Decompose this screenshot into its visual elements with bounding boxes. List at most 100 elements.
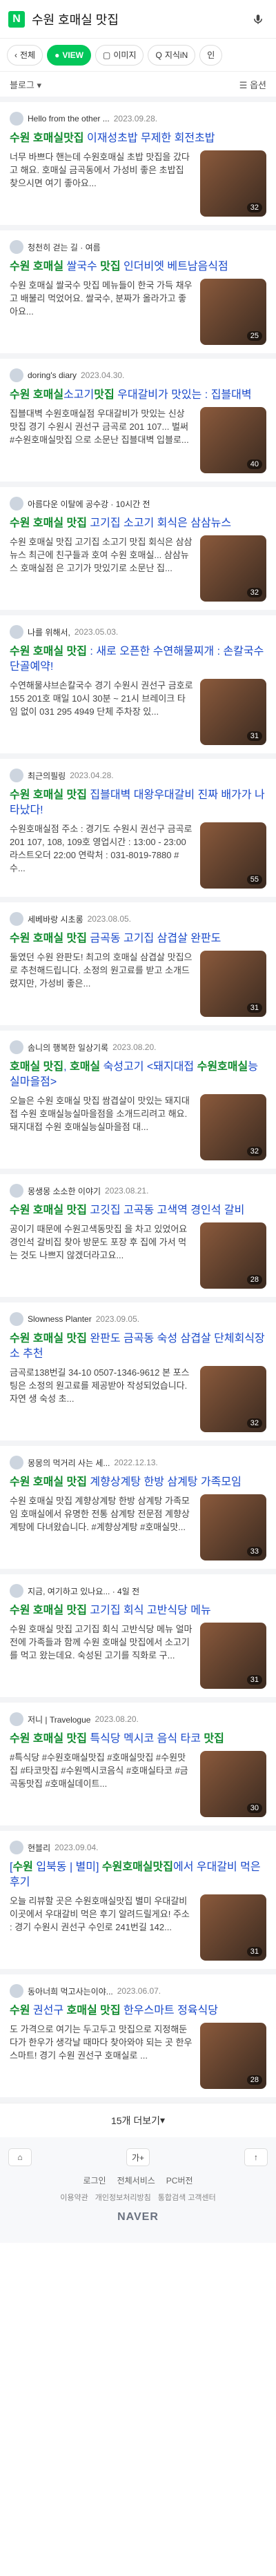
post-title[interactable]: 수원 호매실 쌀국수 맛집 인더비엣 베트남음식점: [10, 259, 266, 275]
thumbnail[interactable]: 33: [200, 1494, 266, 1561]
thumbnail[interactable]: 25: [200, 279, 266, 345]
thumbnail[interactable]: 30: [200, 1751, 266, 1817]
author-name[interactable]: 세베바랑 시초롱: [28, 913, 83, 925]
tab-all[interactable]: ‹ 전체: [7, 44, 43, 66]
avatar[interactable]: [10, 1184, 23, 1198]
post-snippet: 너무 바쁘다 핸는데 수원호매실 초밥 맛집을 갔다고 해요. 호매실 금곡동에…: [10, 152, 190, 188]
list-item[interactable]: Hello from the other ... 2023.09.28. 수원 호매…: [0, 102, 276, 230]
list-item[interactable]: 나를 위해서, 2023.05.03. 수원 호매실 맛집 : 새로 오픈한 수연해…: [0, 615, 276, 759]
author-name[interactable]: 현블리: [28, 1842, 50, 1854]
post-title[interactable]: 수원 호매실 맛집 고깃집 고곡동 고색역 경인석 갈비: [10, 1203, 266, 1218]
thumbnail[interactable]: 32: [200, 535, 266, 602]
microphone-icon[interactable]: [248, 10, 268, 29]
avatar[interactable]: [10, 1040, 23, 1054]
list-item[interactable]: doring's diary 2023.04.30. 수원 호매실소고기맛집 우대갈…: [0, 359, 276, 487]
post-title[interactable]: 호매실 맛집, 호매실 숙성고기 <돼지대접 수원호매실능실마을점>: [10, 1060, 266, 1090]
avatar[interactable]: [10, 1456, 23, 1469]
author-name[interactable]: Slowness Planter: [28, 1314, 92, 1324]
post-title[interactable]: 수원 호매실 맛집 완판도 금곡동 숙성 삼겹살 단체회식장소 추천: [10, 1331, 266, 1362]
footer: ⌂ 가+ ↑ 로그인 전체서비스 PC버전 이용약관 개인정보처리방침 통합검색 고객센…: [0, 2137, 276, 2243]
post-title[interactable]: 수원 권선구 호매실 맛집 한우스마트 정육식당: [10, 2003, 266, 2019]
list-item[interactable]: 현블리 2023.09.04. [수원 입북동 | 별미] 수원호매실맛집에서 우대…: [0, 1831, 276, 1974]
author-name[interactable]: 동아너희 먹고사는이야...: [28, 1985, 113, 1997]
author-name[interactable]: Hello from the other ...: [28, 114, 110, 123]
author-name[interactable]: doring's diary: [28, 370, 77, 380]
thumbnail[interactable]: 32: [200, 1366, 266, 1432]
list-item[interactable]: 청천히 걷는 길 · 여름 수원 호매실 쌀국수 맛집 인더비엣 베트남음식점 수원…: [0, 230, 276, 359]
post-title[interactable]: 수원 호매실 맛집 집블대벽 대왕우대갈비 진짜 배가가 나타났다!: [10, 788, 266, 818]
thumbnail[interactable]: 32: [200, 150, 266, 217]
footer-legal-link[interactable]: 통합검색 고객센터: [158, 2192, 216, 2203]
post-title[interactable]: 수원 호매실 맛집 고기집 회식 고반식당 메뉴: [10, 1603, 266, 1618]
author-name[interactable]: 최근의필링: [28, 770, 66, 782]
thumbnail[interactable]: 40: [200, 407, 266, 473]
post-title[interactable]: 수원 호매실소고기맛집 우대갈비가 맛있는 : 집블대벽: [10, 388, 266, 403]
avatar[interactable]: [10, 1584, 23, 1598]
list-item[interactable]: 최근의필링 2023.04.28. 수원 호매실 맛집 집블대벽 대왕우대갈비 진짜…: [0, 759, 276, 902]
author-name[interactable]: 몽몽의 먹거리 사는 세...: [28, 1457, 110, 1469]
thumbnail[interactable]: 31: [200, 1623, 266, 1689]
thumbnail[interactable]: 55: [200, 822, 266, 889]
post-title[interactable]: 수원 호매실맛집 이재성초밥 무제한 회전초밥: [10, 131, 266, 146]
list-item[interactable]: 동아너희 먹고사는이야... 2023.06.07. 수원 권선구 호매실 맛집 한…: [0, 1974, 276, 2103]
author-name[interactable]: 저니 | Travelogue: [28, 1714, 90, 1725]
avatar[interactable]: [10, 912, 23, 926]
avatar[interactable]: [10, 240, 23, 254]
sort-options[interactable]: ☰ 옵션: [239, 78, 266, 91]
post-header: 현블리 2023.09.04.: [10, 1841, 266, 1854]
author-name[interactable]: 솜니의 행복한 일상기록: [28, 1042, 108, 1053]
thumbnail[interactable]: 32: [200, 1094, 266, 1160]
list-item[interactable]: 솜니의 행복한 일상기록 2023.08.20. 호매실 맛집, 호매실 숙성고기 …: [0, 1031, 276, 1174]
author-name[interactable]: 나를 위해서,: [28, 626, 70, 638]
text-size-button[interactable]: 가+: [126, 2148, 150, 2166]
footer-link[interactable]: 전체서비스: [117, 2174, 155, 2186]
more-button[interactable]: 15개 더보기 ▾: [0, 2103, 276, 2137]
list-item[interactable]: 지금, 여기하고 있나요... · 4일 전수원 호매실 맛집 고기집 회식 고…: [0, 1574, 276, 1703]
author-name[interactable]: 청천히 걷는 길 · 여름: [28, 241, 101, 253]
thumbnail[interactable]: 31: [200, 1894, 266, 1961]
footer-link[interactable]: 로그인: [83, 2174, 106, 2186]
home-icon[interactable]: ⌂: [8, 2148, 32, 2166]
sort-blog[interactable]: 블로그 ▾: [10, 78, 41, 91]
footer-legal-link[interactable]: 개인정보처리방침: [95, 2192, 151, 2203]
tab-more[interactable]: 인: [199, 44, 223, 66]
post-snippet: 수원 호매실 맛집 고기집 회식 고반식당 메뉴 얼마 전에 가족들과 함께 수…: [10, 1624, 193, 1661]
list-item[interactable]: 몽몽의 먹거리 사는 세... 2022.12.13. 수원 호매실 맛집 계향상계…: [0, 1446, 276, 1574]
post-title[interactable]: [수원 입북동 | 별미] 수원호매실맛집에서 우대갈비 먹은 후기: [10, 1860, 266, 1890]
avatar[interactable]: [10, 1712, 23, 1726]
list-item[interactable]: 세베바랑 시초롱 2023.08.05. 수원 호매실 맛집 금곡동 고기집 삼겹살…: [0, 902, 276, 1031]
thumbnail[interactable]: 31: [200, 951, 266, 1017]
list-item[interactable]: 아름다운 이탈에 공수강 · 10시간 전수원 호매실 맛집 고기집 소고기 회…: [0, 487, 276, 615]
list-item[interactable]: 저니 | Travelogue 2023.08.20. 수원 호매실 맛집 특식당 …: [0, 1703, 276, 1831]
list-item[interactable]: Slowness Planter 2023.09.05. 수원 호매실 맛집 완판도…: [0, 1302, 276, 1446]
avatar[interactable]: [10, 497, 23, 511]
tab-image[interactable]: ▢ 이미지: [95, 44, 144, 66]
post-title[interactable]: 수원 호매실 맛집 특식당 멕시코 음식 타코 맛집: [10, 1732, 266, 1747]
search-bar[interactable]: N 수원 호매실 맛집: [0, 0, 276, 39]
avatar[interactable]: [10, 1312, 23, 1326]
author-name[interactable]: 지금, 여기하고 있나요... · 4일 전: [28, 1585, 139, 1597]
tab-view[interactable]: ● VIEW: [47, 44, 92, 66]
search-input[interactable]: 수원 호매실 맛집: [32, 10, 248, 28]
avatar[interactable]: [10, 112, 23, 126]
post-title[interactable]: 수원 호매실 맛집 : 새로 오픈한 수연해물찌개 : 손칼국수 단골예약!: [10, 644, 266, 675]
author-name[interactable]: 몽생몽 소소한 이야기: [28, 1185, 101, 1197]
naver-logo[interactable]: N: [8, 10, 25, 28]
tab-kin[interactable]: Q 지식iN: [148, 44, 196, 66]
post-title[interactable]: 수원 호매실 맛집 금곡동 고기집 삼겹살 완판도: [10, 931, 266, 947]
thumbnail[interactable]: 28: [200, 1222, 266, 1289]
avatar[interactable]: [10, 368, 23, 382]
list-item[interactable]: 몽생몽 소소한 이야기 2023.08.21. 수원 호매실 맛집 고깃집 고곡동 …: [0, 1174, 276, 1302]
avatar[interactable]: [10, 625, 23, 639]
post-title[interactable]: 수원 호매실 맛집 고기집 소고기 회식은 삼삼뉴스: [10, 516, 266, 531]
footer-link[interactable]: PC버전: [166, 2174, 193, 2186]
author-name[interactable]: 아름다운 이탈에 공수강 · 10시간 전: [28, 498, 150, 510]
thumbnail[interactable]: 28: [200, 2023, 266, 2089]
avatar[interactable]: [10, 1984, 23, 1998]
top-icon[interactable]: ↑: [244, 2148, 268, 2166]
footer-legal-link[interactable]: 이용약관: [60, 2192, 88, 2203]
post-title[interactable]: 수원 호매실 맛집 계향상계탕 한방 삼계탕 가족모임: [10, 1475, 266, 1490]
thumbnail[interactable]: 31: [200, 679, 266, 745]
avatar[interactable]: [10, 769, 23, 782]
avatar[interactable]: [10, 1841, 23, 1854]
